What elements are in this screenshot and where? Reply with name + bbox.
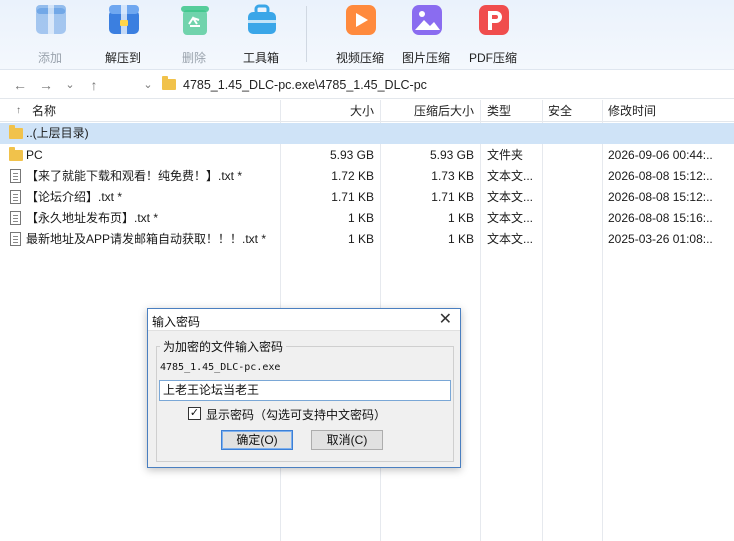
- archive-extract-icon: [109, 5, 139, 34]
- row-size: 1 KB: [347, 232, 374, 246]
- row-modified: 2026-08-08 15:12:..: [608, 169, 713, 183]
- column-header: ↑ 名称 大小 压缩后大小 类型 安全 修改时间: [0, 100, 734, 122]
- column-modified[interactable]: 修改时间: [608, 100, 656, 122]
- column-type[interactable]: 类型: [487, 100, 511, 122]
- ok-button[interactable]: 确定(O): [221, 430, 293, 450]
- folder-icon: [9, 125, 23, 139]
- row-size: 1.72 KB: [331, 169, 374, 183]
- address-path[interactable]: 4785_1.45_DLC-pc.exe\4785_1.45_DLC-pc: [183, 78, 427, 92]
- delete-button[interactable]: 删除: [163, 2, 225, 66]
- row-type: 文本文...: [487, 232, 534, 246]
- pdf-compress-icon: [479, 5, 509, 35]
- password-input[interactable]: 上老王论坛当老王: [159, 380, 451, 401]
- row-packed-size: 1 KB: [447, 211, 474, 225]
- video-compress-label: 视频压缩: [335, 51, 384, 65]
- row-type: 文本文...: [487, 169, 534, 183]
- column-size[interactable]: 大小: [282, 100, 374, 122]
- extract-to-button[interactable]: 解压到: [92, 2, 154, 66]
- row-type: 文件夹: [487, 148, 524, 162]
- column-packed-size[interactable]: 压缩后大小: [382, 100, 474, 122]
- row-name: PC: [26, 148, 43, 162]
- row-name: 最新地址及APP请发邮箱自动获取！！！.txt *: [26, 232, 267, 246]
- delete-label: 删除: [181, 51, 206, 65]
- toolbox-label: 工具箱: [242, 51, 279, 65]
- video-compress-button[interactable]: 视频压缩: [329, 2, 391, 66]
- show-password-checkbox[interactable]: ✓: [188, 407, 201, 420]
- toolbar-separator: [306, 6, 307, 62]
- archive-add-icon: [36, 5, 66, 34]
- row-modified: 2026-08-08 15:16:..: [608, 211, 713, 225]
- image-compress-label: 图片压缩: [401, 51, 450, 65]
- row-name: ..(上层目录): [26, 126, 89, 140]
- text-file-icon: [10, 211, 21, 225]
- row-packed-size: 1.71 KB: [431, 190, 474, 204]
- recycle-bin-icon: [181, 6, 209, 35]
- row-name: 【永久地址发布页】.txt *: [26, 211, 159, 225]
- row-type: 文本文...: [487, 211, 534, 225]
- address-bar: ← → ⌄ ↑ ⌄ 4785_1.45_DLC-pc.exe\4785_1.45…: [0, 71, 734, 99]
- row-modified: 2026-09-06 00:44:..: [608, 148, 713, 162]
- extract-to-label: 解压到: [104, 51, 141, 65]
- row-packed-size: 1 KB: [447, 232, 474, 246]
- show-password-label[interactable]: 显示密码（勾选可支持中文密码）: [206, 406, 386, 423]
- table-row[interactable]: 【论坛介绍】.txt * 1.71 KB 1.71 KB 文本文... 2026…: [0, 187, 734, 208]
- folder-icon: [162, 76, 176, 90]
- row-size: 5.93 GB: [329, 148, 374, 162]
- table-row[interactable]: 【永久地址发布页】.txt * 1 KB 1 KB 文本文... 2026-08…: [0, 208, 734, 229]
- row-name: 【来了就能下载和观看！纯免费！】.txt *: [26, 169, 243, 183]
- up-arrow-icon[interactable]: ↑: [84, 76, 104, 94]
- row-size: 1 KB: [347, 211, 374, 225]
- dialog-title-bar[interactable]: 输入密码 ✕: [148, 309, 460, 331]
- toolbox-icon: [248, 4, 276, 34]
- text-file-icon: [10, 169, 21, 183]
- table-row-parent[interactable]: ..(上层目录): [0, 123, 734, 144]
- image-compress-icon: [412, 5, 442, 35]
- dialog-title: 输入密码: [152, 315, 201, 329]
- path-dropdown-icon[interactable]: ⌄: [138, 76, 158, 94]
- pdf-compress-button[interactable]: PDF压缩: [462, 2, 524, 66]
- row-name: 【论坛介绍】.txt *: [26, 190, 123, 204]
- row-packed-size: 1.73 KB: [431, 169, 474, 183]
- text-file-icon: [10, 190, 21, 204]
- password-dialog: 输入密码 ✕ 为加密的文件输入密码 4785_1.45_DLC-pc.exe 上…: [147, 308, 461, 468]
- chevron-down-icon[interactable]: ⌄: [60, 76, 80, 94]
- table-row[interactable]: 【来了就能下载和观看！纯免费！】.txt * 1.72 KB 1.73 KB 文…: [0, 166, 734, 187]
- row-size: 1.71 KB: [331, 190, 374, 204]
- sort-up-icon: ↑: [16, 105, 21, 116]
- folder-icon: [9, 147, 23, 161]
- row-modified: 2025-03-26 01:08:..: [608, 232, 713, 246]
- back-arrow-icon[interactable]: ←: [10, 76, 30, 94]
- table-row[interactable]: PC 5.93 GB 5.93 GB 文件夹 2026-09-06 00:44:…: [0, 145, 734, 166]
- text-file-icon: [10, 232, 21, 246]
- add-button[interactable]: 添加: [19, 2, 81, 66]
- column-name[interactable]: 名称: [32, 100, 56, 122]
- column-security[interactable]: 安全: [548, 100, 572, 122]
- image-compress-button[interactable]: 图片压缩: [395, 2, 457, 66]
- close-icon[interactable]: ✕: [439, 311, 452, 329]
- toolbar: 添加 解压到 删除 工具箱 视频压缩 图片压缩 PDF压缩: [0, 0, 734, 70]
- table-row[interactable]: 最新地址及APP请发邮箱自动获取！！！.txt * 1 KB 1 KB 文本文.…: [0, 229, 734, 250]
- pdf-compress-label: PDF压缩: [468, 51, 517, 65]
- group-label: 为加密的文件输入密码: [160, 338, 287, 355]
- encrypted-file-name: 4785_1.45_DLC-pc.exe: [160, 362, 281, 373]
- cancel-button[interactable]: 取消(C): [311, 430, 383, 450]
- row-packed-size: 5.93 GB: [429, 148, 474, 162]
- add-label: 添加: [37, 51, 62, 65]
- forward-arrow-icon[interactable]: →: [36, 76, 56, 94]
- toolbox-button[interactable]: 工具箱: [230, 2, 292, 66]
- row-type: 文本文...: [487, 190, 534, 204]
- row-modified: 2026-08-08 15:12:..: [608, 190, 713, 204]
- video-compress-icon: [346, 5, 376, 35]
